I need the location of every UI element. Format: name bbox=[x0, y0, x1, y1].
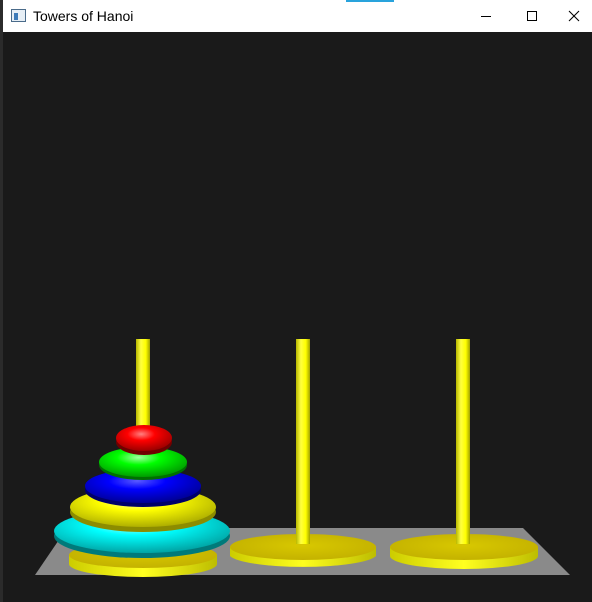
close-icon bbox=[568, 10, 579, 22]
title-accent bbox=[346, 0, 394, 2]
disk-red bbox=[116, 425, 172, 455]
window-title: Towers of Hanoi bbox=[33, 8, 134, 24]
maximize-button[interactable] bbox=[509, 0, 555, 32]
peg-3 bbox=[456, 339, 470, 544]
peg-2 bbox=[296, 339, 310, 544]
title-bar[interactable]: Towers of Hanoi bbox=[3, 0, 592, 32]
minimize-icon bbox=[481, 16, 491, 17]
app-window-icon bbox=[11, 9, 26, 22]
close-button[interactable] bbox=[555, 0, 592, 32]
minimize-button[interactable] bbox=[463, 0, 509, 32]
game-canvas[interactable] bbox=[3, 32, 592, 602]
app-window: Towers of Hanoi bbox=[0, 0, 592, 602]
maximize-icon bbox=[527, 11, 537, 21]
hanoi-scene bbox=[35, 339, 570, 577]
